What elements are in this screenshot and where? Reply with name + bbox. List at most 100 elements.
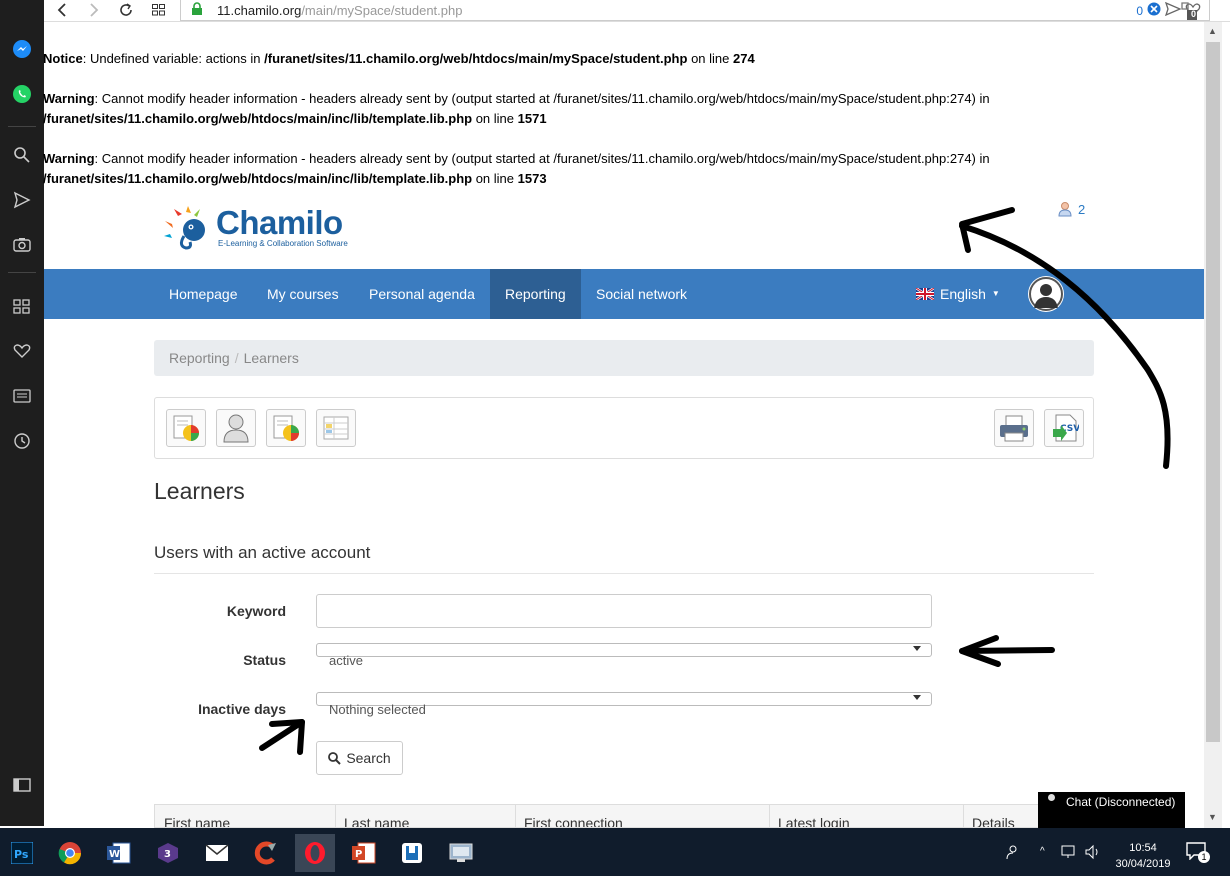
scroll-up-icon[interactable]: ▲ [1208,26,1217,36]
mail-icon[interactable] [197,834,237,872]
browser-sidebar [0,0,44,826]
action-center-count: 1 [1198,851,1210,863]
clock-time: 10:54 [1129,842,1157,854]
nav-reporting[interactable]: Reporting [490,269,581,319]
section-divider [154,573,1094,574]
reload-icon[interactable] [117,0,135,20]
user-icon [223,414,249,443]
remote-desktop-icon[interactable] [441,834,481,872]
chamilo-logo[interactable]: Chamilo E-Learning & Collaboration Softw… [164,204,364,252]
caret-down-icon: ▼ [991,289,1000,298]
column-first-connection[interactable]: First connection [524,815,623,827]
history-icon[interactable] [9,428,35,454]
powerpoint-icon[interactable]: P [344,834,384,872]
clock-date: 30/04/2019 [1115,858,1171,870]
camera-icon[interactable] [9,231,35,257]
php-warning: Warning: Cannot modify header informatio… [43,91,990,126]
nav-personal-agenda[interactable]: Personal agenda [354,269,490,319]
network-icon[interactable] [1060,844,1078,863]
session-list-button[interactable] [316,409,356,447]
search-button[interactable]: Search [316,741,403,775]
volume-icon[interactable] [1084,844,1102,863]
printer-icon [1000,415,1028,442]
page-scrollbar[interactable]: ▲ ▼ [1204,22,1222,828]
breadcrumb-learners: Learners [243,350,299,366]
speed-dial-icon[interactable] [9,293,35,319]
chevron-up-icon[interactable]: ^ [1040,846,1045,857]
lock-icon [191,2,203,21]
users-button[interactable] [216,409,256,447]
status-dot-icon [1048,794,1055,801]
page-title: Learners [154,478,245,504]
nav-my-courses[interactable]: My courses [252,269,354,319]
extensions-badge: 0 [1191,9,1197,19]
uk-flag-icon [916,288,934,300]
user-invitation-icon [1058,202,1072,217]
notification-count: 2 [1078,201,1086,217]
svg-text:Ps: Ps [14,848,29,861]
nav-social-network[interactable]: Social network [581,269,702,319]
caret-down-icon [913,646,921,651]
inactive-days-label: Inactive days [198,701,286,717]
screen: 11.chamilo.org/main/mySpace/student.php … [0,0,1230,876]
svg-text:W: W [109,849,120,860]
photoshop-icon[interactable]: Ps [2,834,42,872]
status-select[interactable] [316,643,932,657]
url-field[interactable]: 11.chamilo.org/main/mySpace/student.php … [180,0,1210,21]
chart-report-icon [173,415,199,441]
notifications-link[interactable]: 2 [1058,201,1085,217]
user-avatar[interactable] [1028,276,1064,312]
avatar-silhouette-icon [1029,277,1063,311]
forward-icon[interactable] [86,0,102,20]
chrome-icon[interactable] [50,834,90,872]
word-icon[interactable]: W [99,834,139,872]
people-icon[interactable] [1004,844,1020,863]
table-list-icon [323,416,349,440]
breadcrumb-reporting[interactable]: Reporting [169,350,230,366]
keyword-input[interactable] [316,594,932,628]
search-icon[interactable] [9,142,35,168]
messenger-icon[interactable] [9,36,35,62]
news-icon[interactable] [9,383,35,409]
print-button[interactable] [994,409,1034,447]
taskbar-clock[interactable]: 10:54 30/04/2019 [1108,840,1178,872]
svg-text:3: 3 [164,849,171,860]
scroll-down-icon[interactable]: ▼ [1208,812,1217,822]
search-icon [328,751,342,765]
main-navbar: Homepage My courses Personal agenda Repo… [44,269,1204,319]
chat-widget[interactable]: Chat (Disconnected) [1038,792,1185,828]
column-latest-login[interactable]: Latest login [778,815,850,827]
extensions-icon[interactable]: 0 [1178,0,1206,22]
app-icon[interactable]: 3 [148,834,188,872]
language-dropdown[interactable]: English ▼ [916,269,1000,319]
column-first-name[interactable]: First name [164,815,230,827]
opera-icon[interactable] [295,834,335,872]
app-window-icon[interactable] [392,834,432,872]
keyword-label: Keyword [226,603,286,619]
tabs-grid-icon[interactable] [150,0,166,20]
whatsapp-icon[interactable] [9,81,35,107]
nav-homepage[interactable]: Homepage [154,269,253,319]
course-report-button[interactable] [266,409,306,447]
section-title: Users with an active account [154,543,371,562]
column-details: Details [972,815,1015,828]
actions-toolbar: CSV [154,397,1094,459]
scroll-thumb[interactable] [1206,42,1220,742]
windows-taskbar: Ps W 3 P ^ 10:54 30/04/2019 1 [0,828,1230,876]
ccleaner-icon[interactable] [246,834,286,872]
heart-icon[interactable] [9,338,35,364]
learners-table-header: First name Last name First connection La… [154,804,1094,828]
export-csv-button[interactable]: CSV [1044,409,1084,447]
action-center-icon[interactable]: 1 [1186,842,1210,864]
sidebar-toggle-icon[interactable] [9,772,35,798]
chart-report-icon [273,415,299,441]
back-icon[interactable] [54,0,70,20]
report-stats-button[interactable] [166,409,206,447]
csv-export-icon: CSV [1053,414,1079,442]
send-icon[interactable] [9,187,35,213]
adblock-icon[interactable] [1147,2,1161,19]
php-warning: Warning: Cannot modify header informatio… [43,151,990,186]
adblock-count: 0 [1136,3,1143,18]
column-last-name[interactable]: Last name [344,815,409,827]
inactive-days-selected-value: Nothing selected [329,702,426,717]
